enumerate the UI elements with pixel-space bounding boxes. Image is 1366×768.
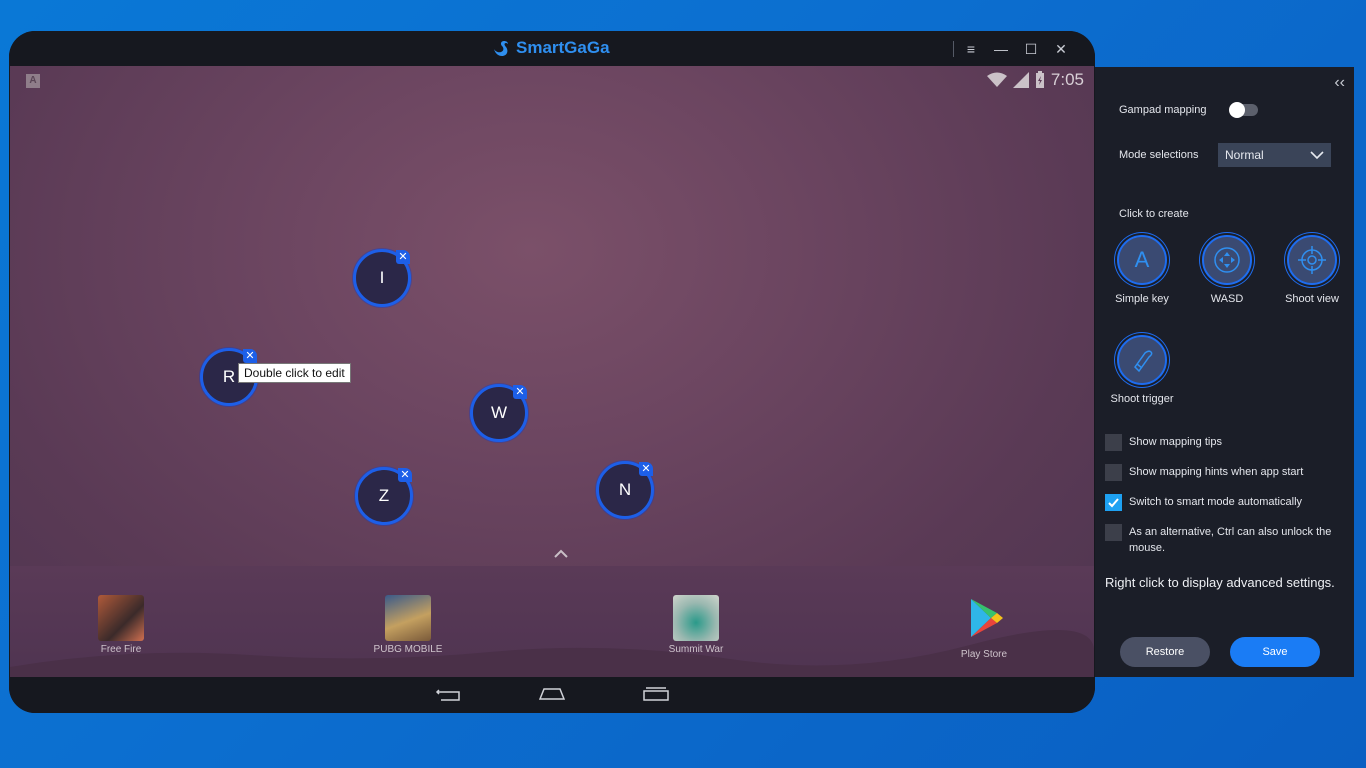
- checkbox[interactable]: [1105, 464, 1122, 481]
- menu-button[interactable]: ≡: [961, 40, 981, 58]
- tool-label: Shoot view: [1285, 293, 1339, 305]
- advanced-settings-hint: Right click to display advanced settings…: [1105, 575, 1335, 590]
- pubg-mobile-icon: [385, 595, 431, 641]
- save-button[interactable]: Save: [1230, 637, 1320, 667]
- crosshair-icon: [1287, 235, 1337, 285]
- mapped-key-w[interactable]: W ✕: [470, 384, 528, 442]
- create-shoot-trigger[interactable]: Shoot trigger: [1105, 335, 1179, 405]
- edit-tooltip: Double click to edit: [238, 363, 351, 383]
- emulator-window: SmartGaGa ≡ — ☐ ✕ A 7:05 I ✕ R ✕ W ✕ Z ✕: [9, 31, 1095, 713]
- app-summit-war[interactable]: Summit War: [651, 595, 741, 655]
- checkbox-label: Switch to smart mode automatically: [1129, 496, 1303, 508]
- option-show-mapping-hints[interactable]: Show mapping hints when app start: [1105, 464, 1345, 481]
- chevron-up-icon[interactable]: [553, 549, 569, 559]
- battery-icon: [1035, 71, 1044, 88]
- app-label: PUBG MOBILE: [373, 644, 443, 655]
- checkbox-label: Show mapping hints when app start: [1129, 466, 1304, 478]
- minimize-button[interactable]: —: [991, 40, 1011, 58]
- maximize-button[interactable]: ☐: [1021, 40, 1041, 58]
- brand-name: SmartGaGa: [516, 38, 610, 57]
- remove-key-icon[interactable]: ✕: [398, 468, 412, 482]
- remove-key-icon[interactable]: ✕: [639, 462, 653, 476]
- create-wasd[interactable]: WASD: [1190, 235, 1264, 305]
- key-label: N: [618, 480, 632, 499]
- hills-decoration: [10, 629, 1094, 677]
- toggle-knob: [1229, 102, 1245, 118]
- swan-logo-icon: [494, 41, 508, 56]
- click-to-create-label: Click to create: [1119, 208, 1189, 220]
- keyboard-indicator-icon: A: [26, 74, 40, 88]
- clock: 7:05: [1050, 70, 1084, 89]
- status-icons: 7:05: [986, 70, 1084, 90]
- app-pubg-mobile[interactable]: PUBG MOBILE: [363, 595, 453, 655]
- key-label: I: [379, 268, 385, 287]
- chevron-down-icon: [1310, 151, 1324, 160]
- home-icon[interactable]: [539, 687, 565, 701]
- remove-key-icon[interactable]: ✕: [513, 385, 527, 399]
- recents-icon[interactable]: [643, 687, 669, 701]
- option-show-mapping-tips[interactable]: Show mapping tips: [1105, 434, 1345, 451]
- mode-select[interactable]: Normal: [1218, 143, 1331, 167]
- title-separator: [953, 41, 954, 57]
- dpad-icon: [1202, 235, 1252, 285]
- option-ctrl-unlock[interactable]: As an alternative, Ctrl can also unlock …: [1105, 524, 1345, 556]
- collapse-panel-icon[interactable]: ‹‹: [1334, 74, 1345, 92]
- app-label: Free Fire: [100, 644, 142, 655]
- bullet-icon: [1117, 335, 1167, 385]
- remove-key-icon[interactable]: ✕: [396, 250, 410, 264]
- key-label: Z: [378, 486, 390, 505]
- signal-icon: [1012, 72, 1029, 88]
- key-label: W: [490, 403, 508, 422]
- free-fire-icon: [98, 595, 144, 641]
- play-store-icon: [971, 599, 1003, 637]
- android-nav-bar: [9, 677, 1095, 713]
- mode-value: Normal: [1225, 148, 1264, 162]
- tool-label: Shoot trigger: [1110, 393, 1174, 405]
- mapped-key-n[interactable]: N ✕: [596, 461, 654, 519]
- brand-logo: SmartGaGa: [491, 38, 610, 58]
- title-bar[interactable]: SmartGaGa ≡ — ☐ ✕: [9, 31, 1095, 66]
- keymapping-panel: ‹‹ Gampad mapping Mode selections Normal…: [1095, 67, 1354, 677]
- key-label: R: [222, 367, 236, 386]
- app-label: Play Store: [960, 649, 1008, 660]
- app-free-fire[interactable]: Free Fire: [76, 595, 166, 655]
- option-smart-mode[interactable]: Switch to smart mode automatically: [1105, 494, 1345, 511]
- checkbox-label: As an alternative, Ctrl can also unlock …: [1129, 526, 1332, 554]
- wifi-icon: [986, 72, 1007, 87]
- restore-button[interactable]: Restore: [1120, 637, 1210, 667]
- simple-key-icon: A: [1117, 235, 1167, 285]
- gamepad-mapping-toggle[interactable]: [1229, 102, 1258, 118]
- app-tray: [10, 566, 1094, 677]
- close-button[interactable]: ✕: [1051, 40, 1071, 58]
- tool-label: Simple key: [1115, 293, 1169, 305]
- app-label: Summit War: [668, 644, 724, 655]
- mapped-key-i[interactable]: I ✕: [353, 249, 411, 307]
- summit-war-icon: [673, 595, 719, 641]
- checkbox[interactable]: [1105, 524, 1122, 541]
- checkbox-checked[interactable]: [1105, 494, 1122, 511]
- create-shoot-view[interactable]: Shoot view: [1275, 235, 1349, 305]
- remove-key-icon[interactable]: ✕: [243, 349, 257, 363]
- checkbox[interactable]: [1105, 434, 1122, 451]
- checkmark-icon: [1108, 498, 1119, 508]
- tool-label: WASD: [1210, 293, 1244, 305]
- app-play-store[interactable]: Play Store: [939, 595, 1029, 660]
- checkbox-label: Show mapping tips: [1129, 436, 1222, 448]
- mode-selection-label: Mode selections: [1119, 149, 1199, 161]
- gamepad-mapping-label: Gampad mapping: [1119, 104, 1207, 116]
- create-simple-key[interactable]: A Simple key: [1105, 235, 1179, 305]
- back-icon[interactable]: [435, 688, 461, 702]
- android-screen[interactable]: A 7:05 I ✕ R ✕ W ✕ Z ✕ N ✕ Double click …: [10, 66, 1094, 677]
- mapped-key-z[interactable]: Z ✕: [355, 467, 413, 525]
